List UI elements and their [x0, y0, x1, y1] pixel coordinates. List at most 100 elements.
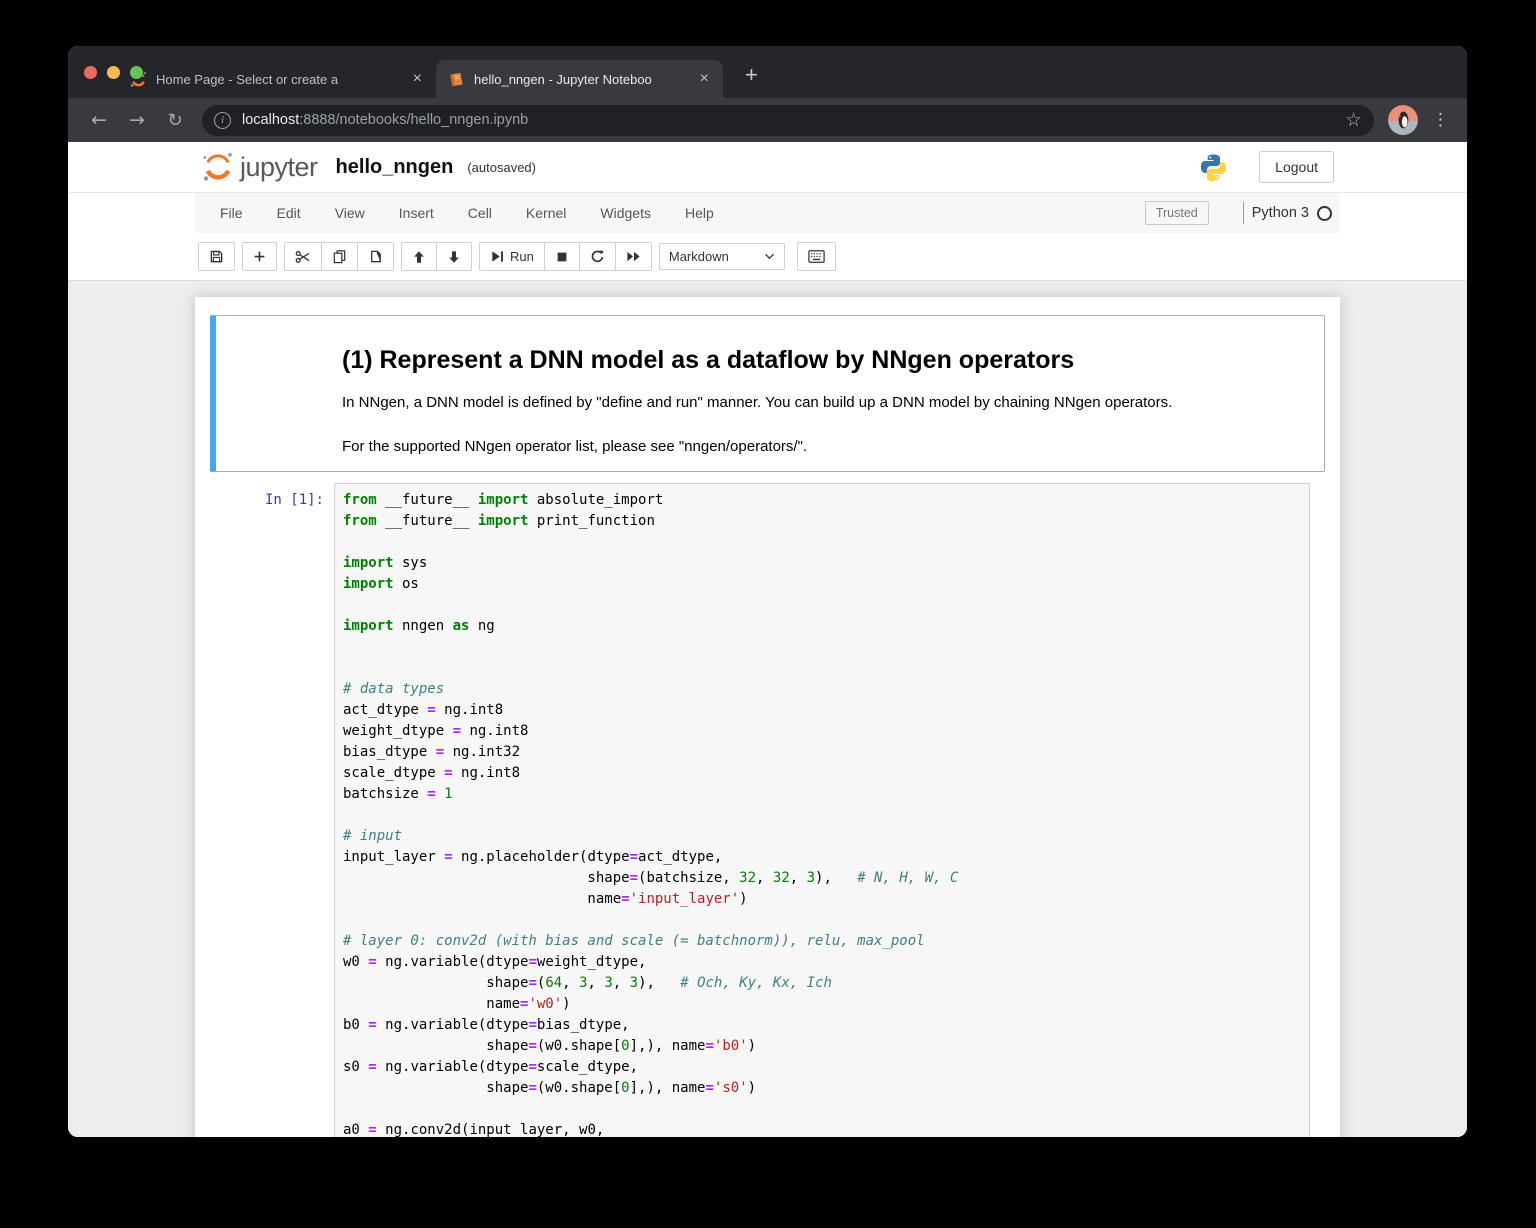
browser-menu-icon[interactable]: ⋮	[1432, 110, 1449, 130]
interrupt-kernel-button[interactable]	[545, 242, 580, 271]
close-window-button[interactable]	[84, 66, 97, 79]
menu-bar: File Edit View Insert Cell Kernel Widget…	[195, 193, 1340, 233]
markdown-cell[interactable]: (1) Represent a DNN model as a dataflow …	[210, 315, 1325, 472]
input-prompt: In [1]:	[265, 492, 324, 508]
notebook-header: jupyter hello_nngen (autosaved) Logout	[68, 142, 1467, 192]
run-cell-button[interactable]: Run	[479, 242, 545, 271]
menu-help[interactable]: Help	[668, 205, 731, 221]
code-line: # input	[343, 826, 1301, 847]
code-input-area[interactable]: from __future__ import absolute_importfr…	[334, 483, 1310, 1137]
minimize-window-button[interactable]	[107, 66, 120, 79]
code-line: name='input_layer')	[343, 889, 1301, 910]
kernel-idle-icon	[1317, 206, 1332, 221]
add-cell-button[interactable]	[242, 242, 277, 271]
move-cell-down-button[interactable]	[437, 242, 472, 271]
restart-run-all-button[interactable]	[616, 242, 652, 271]
menu-file[interactable]: File	[203, 205, 260, 221]
notebook-title[interactable]: hello_nngen	[336, 156, 454, 179]
tab-hello-nngen[interactable]: hello_nngen - Jupyter Noteboo ×	[436, 60, 723, 98]
new-tab-button[interactable]: +	[737, 60, 766, 90]
zoom-window-button[interactable]	[130, 66, 143, 79]
close-tab-icon[interactable]: ×	[409, 70, 426, 88]
menu-edit[interactable]: Edit	[260, 205, 318, 221]
jupyter-logo-text: jupyter	[240, 152, 318, 183]
logout-button[interactable]: Logout	[1259, 151, 1334, 183]
code-line: # data types	[343, 679, 1301, 700]
kernel-name: Python 3	[1252, 205, 1309, 221]
cell-type-select[interactable]: Markdown	[659, 243, 785, 270]
code-lines: from __future__ import absolute_importfr…	[343, 490, 1301, 1137]
save-icon	[209, 249, 224, 264]
restart-icon	[590, 249, 605, 264]
code-line: act_dtype = ng.int8	[343, 700, 1301, 721]
code-line: weight_dtype = ng.int8	[343, 721, 1301, 742]
code-line: from __future__ import absolute_import	[343, 490, 1301, 511]
tab-home-page[interactable]: Home Page - Select or create a ×	[118, 60, 436, 98]
python-logo-icon	[1198, 152, 1229, 183]
back-icon[interactable]: ←	[84, 105, 114, 135]
bookmark-star-icon[interactable]: ☆	[1345, 109, 1362, 131]
profile-avatar[interactable]	[1388, 105, 1418, 135]
menu-insert[interactable]: Insert	[382, 205, 451, 221]
site-info-icon[interactable]: i	[214, 112, 231, 129]
code-line: s0 = ng.variable(dtype=scale_dtype,	[343, 1057, 1301, 1078]
close-tab-icon[interactable]: ×	[696, 70, 713, 88]
menu-kernel[interactable]: Kernel	[509, 205, 583, 221]
code-line: bias_dtype = ng.int32	[343, 742, 1301, 763]
toolbar: Run Markdown	[68, 233, 1467, 281]
add-cell-icon	[253, 250, 266, 263]
copy-cell-button[interactable]	[322, 242, 358, 271]
run-button-label: Run	[510, 249, 534, 264]
markdown-heading: (1) Represent a DNN model as a dataflow …	[342, 345, 1314, 375]
jupyter-logo[interactable]: jupyter	[202, 151, 318, 183]
notebook-book-icon	[448, 71, 465, 88]
code-line: b0 = ng.variable(dtype=bias_dtype,	[343, 1015, 1301, 1036]
move-cell-up-button[interactable]	[401, 242, 437, 271]
move-up-icon	[412, 250, 426, 264]
reload-icon[interactable]: ↻	[160, 105, 190, 135]
menu-widgets[interactable]: Widgets	[583, 205, 668, 221]
paste-cell-button[interactable]	[358, 242, 394, 271]
trusted-badge: Trusted	[1145, 201, 1209, 225]
menu-cell[interactable]: Cell	[451, 205, 509, 221]
code-line: # layer 0: conv2d (with bias and scale (…	[343, 931, 1301, 952]
code-line: from __future__ import print_function	[343, 511, 1301, 532]
kernel-indicator-group: Python 3	[1243, 202, 1332, 224]
code-line: import os	[343, 574, 1301, 595]
jupyter-page: jupyter hello_nngen (autosaved) Logout F…	[68, 142, 1467, 1137]
autosave-status: (autosaved)	[467, 160, 536, 175]
code-line: shape=(w0.shape[0],), name='b0')	[343, 1036, 1301, 1057]
fast-forward-icon	[626, 249, 641, 264]
menu-view[interactable]: View	[318, 205, 382, 221]
command-palette-button[interactable]	[797, 242, 836, 271]
save-button[interactable]	[198, 242, 235, 271]
code-line: shape=(batchsize, 32, 32, 3), # N, H, W,…	[343, 868, 1301, 889]
forward-icon[interactable]: →	[122, 105, 152, 135]
code-line	[343, 595, 1301, 616]
code-line	[343, 805, 1301, 826]
tab-title: hello_nngen - Jupyter Noteboo	[474, 72, 690, 87]
markdown-paragraph: For the supported NNgen operator list, p…	[342, 438, 1314, 456]
code-line: name='w0')	[343, 994, 1301, 1015]
code-line: scale_dtype = ng.int8	[343, 763, 1301, 784]
code-line	[343, 532, 1301, 553]
code-line: import sys	[343, 553, 1301, 574]
code-line: w0 = ng.variable(dtype=weight_dtype,	[343, 952, 1301, 973]
code-line	[343, 910, 1301, 931]
code-prompt-area: In [1]:	[216, 483, 334, 1137]
code-line	[343, 658, 1301, 679]
restart-kernel-button[interactable]	[580, 242, 616, 271]
stop-icon	[555, 250, 569, 264]
code-line: input_layer = ng.placeholder(dtype=act_d…	[343, 847, 1301, 868]
jupyter-logo-icon	[202, 151, 234, 183]
cut-cell-button[interactable]	[284, 242, 322, 271]
code-line: batchsize = 1	[343, 784, 1301, 805]
copy-icon	[332, 249, 347, 264]
run-icon	[490, 249, 505, 264]
move-down-icon	[447, 250, 461, 264]
url-text[interactable]: localhost:8888/notebooks/hello_nngen.ipy…	[242, 112, 1345, 128]
cut-icon	[295, 249, 311, 265]
url-field[interactable]: i localhost:8888/notebooks/hello_nngen.i…	[202, 105, 1374, 136]
url-host: localhost	[242, 112, 299, 128]
code-cell[interactable]: In [1]: from __future__ import absolute_…	[210, 482, 1325, 1137]
